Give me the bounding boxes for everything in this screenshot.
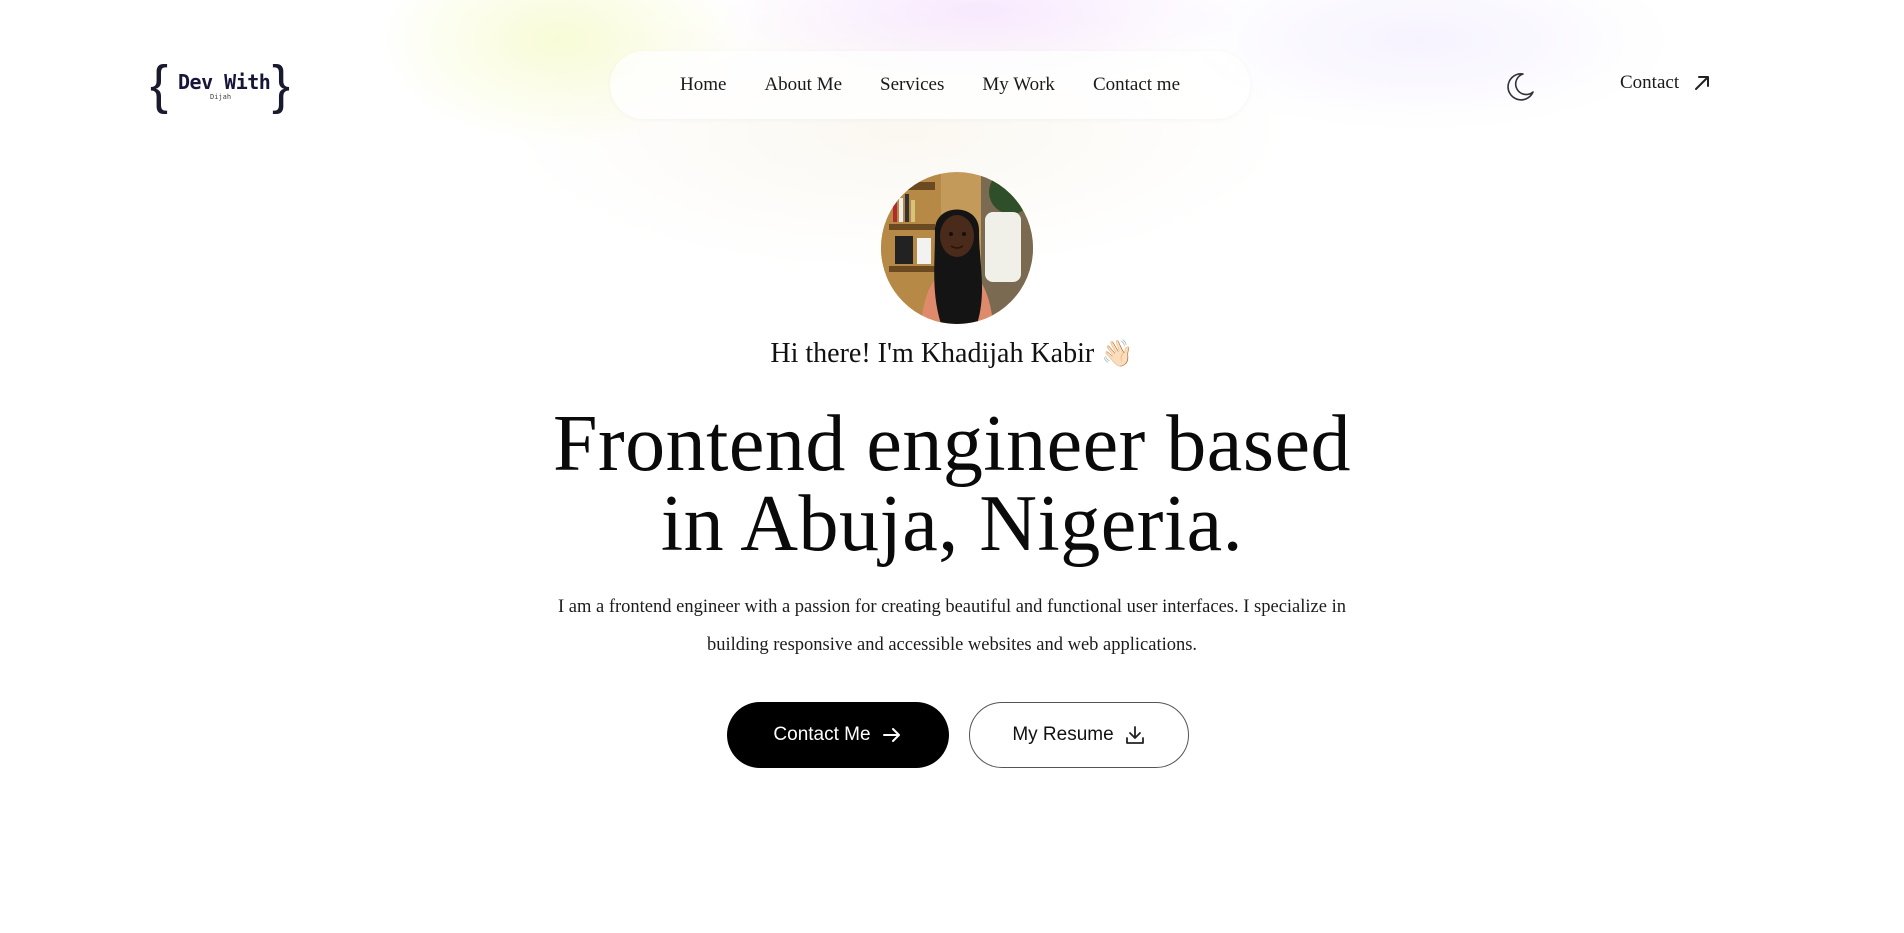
my-resume-button[interactable]: My Resume — [969, 702, 1189, 768]
nav-item-about-me[interactable]: About Me — [764, 74, 842, 96]
logo-title: Dev With — [178, 70, 271, 94]
hero-intro: I am a frontend engineer with a passion … — [558, 597, 1346, 655]
avatar — [881, 172, 1033, 324]
headline-line-2: in Abuja, Nigeria. — [660, 480, 1244, 568]
nav-item-services[interactable]: Services — [880, 74, 944, 96]
header-contact-link[interactable]: Contact — [1620, 72, 1713, 94]
logo-subtitle: Dijah — [210, 93, 232, 101]
arrow-right-icon — [882, 728, 900, 742]
nav-item-contact-me[interactable]: Contact me — [1093, 74, 1180, 96]
headline-line-1: Frontend engineer based — [553, 400, 1351, 488]
contact-me-button[interactable]: Contact Me — [727, 702, 949, 768]
waving-hand-icon: 👋🏻 — [1101, 339, 1134, 368]
logo-right-brace: } — [271, 55, 290, 115]
hero-headline: Frontend engineer based in Abuja, Nigeri… — [452, 404, 1452, 564]
download-icon — [1125, 726, 1144, 744]
contact-me-label: Contact Me — [773, 724, 871, 745]
logo-left-brace: { — [150, 55, 169, 115]
main-nav: Home About Me Services My Work Contact m… — [610, 51, 1250, 119]
header-contact-label: Contact — [1620, 72, 1680, 93]
arrow-up-right-icon — [1695, 76, 1710, 90]
site-logo[interactable]: { Dev With Dijah } — [150, 55, 290, 115]
greeting-text: Hi there! I'm Khadijah Kabir — [770, 338, 1095, 369]
hero-greeting: Hi there! I'm Khadijah Kabir 👋🏻 — [0, 338, 1904, 370]
nav-item-home[interactable]: Home — [680, 74, 726, 96]
nav-item-my-work[interactable]: My Work — [982, 74, 1055, 96]
moon-icon[interactable] — [1503, 70, 1537, 104]
my-resume-label: My Resume — [1012, 724, 1114, 745]
